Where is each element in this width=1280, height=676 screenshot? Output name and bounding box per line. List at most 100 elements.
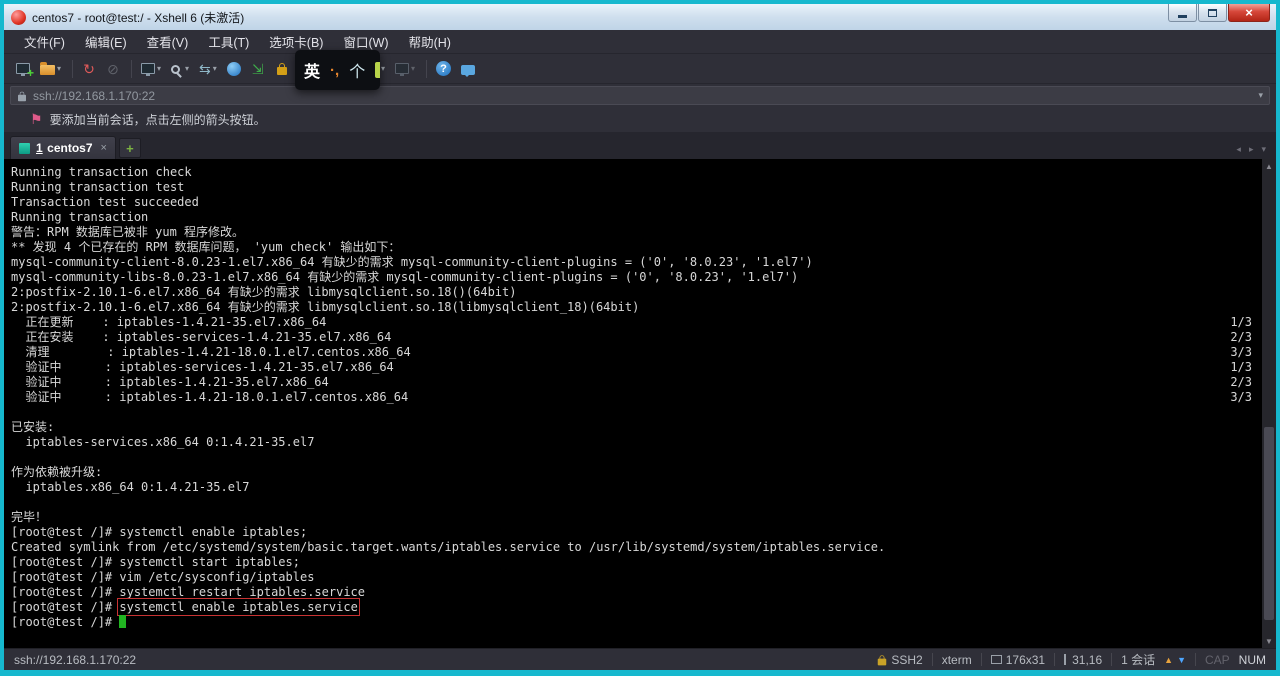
toolbar-separator — [426, 60, 427, 78]
menu-help[interactable]: 帮助(H) — [399, 29, 461, 54]
reconnect-icon: ↻ — [83, 61, 95, 77]
maximize-icon — [1208, 9, 1217, 17]
menu-file[interactable]: 文件(F) — [14, 29, 75, 54]
tab-scroll-left-icon[interactable]: ◂ — [1236, 144, 1241, 155]
terminal-line: 完毕！ — [11, 510, 1262, 525]
tab-label: centos7 — [47, 141, 92, 155]
address-dropdown-icon[interactable]: ▾ — [1258, 90, 1263, 101]
tab-bar: 1 centos7 × + ◂ ▸ ▾ — [4, 133, 1276, 159]
fullscreen-button[interactable]: ⇲ — [247, 58, 269, 80]
file-transfer-folder-caret-icon: ▾ — [381, 64, 385, 73]
status-separator — [1111, 653, 1112, 666]
disconnect-button: ⊘ — [102, 58, 124, 80]
tab-scroll-right-icon[interactable]: ▸ — [1249, 144, 1254, 155]
maximize-button[interactable] — [1198, 4, 1227, 22]
terminal-line: mysql-community-libs-8.0.23-1.el7.x86_64… — [11, 270, 1262, 285]
terminal-line: 验证中 : iptables-1.4.21-35.el7.x86_642/3 — [11, 375, 1262, 390]
new-terminal-icon — [141, 63, 155, 74]
transfer-button[interactable]: ⇆▾ — [195, 58, 221, 80]
terminal-line — [11, 450, 1262, 465]
new-terminal-button[interactable]: ▾ — [137, 60, 165, 77]
terminal-line: [root@test /]# vim /etc/sysconfig/iptabl… — [11, 570, 1262, 585]
ime-toolbox-icon[interactable]: 个 — [349, 58, 365, 82]
terminal-line: 警告：RPM 数据库已被非 yum 程序修改。 — [11, 225, 1262, 240]
scrollbar-down-icon[interactable]: ▼ — [1262, 634, 1276, 648]
ime-punctuation-icon[interactable]: ·, — [330, 62, 339, 79]
toolbar: ▾↻⊘▾▾⇆▾⇲⌨✎▾▾ — [4, 54, 1276, 84]
toolbar-separator — [72, 60, 73, 78]
terminal-area: Running transaction checkRunning transac… — [4, 159, 1276, 648]
open-session-button[interactable]: ▾ — [36, 59, 65, 78]
scrollbar-up-icon[interactable]: ▲ — [1262, 159, 1276, 173]
caps-lock-indicator: CAP — [1205, 653, 1230, 667]
terminal-line: 2:postfix-2.10.1-6.el7.x86_64 有缺少的需求 lib… — [11, 300, 1262, 315]
window-title: centos7 - root@test:/ - Xshell 6 (未激活) — [32, 9, 244, 26]
terminal-line: [root@test /]# systemctl restart iptable… — [11, 585, 1262, 600]
terminal-line — [11, 405, 1262, 420]
window-layout-button: ▾ — [391, 60, 419, 77]
terminal-screen[interactable]: Running transaction checkRunning transac… — [4, 159, 1262, 648]
minimize-button[interactable] — [1168, 4, 1197, 22]
ime-popup[interactable]: 英 ·, 个 — [295, 50, 380, 90]
menu-edit[interactable]: 编辑(E) — [75, 29, 137, 54]
terminal-line: [root@test /]# systemctl start iptables; — [11, 555, 1262, 570]
new-tab-button[interactable]: + — [119, 138, 141, 158]
xshell-window: centos7 - root@test:/ - Xshell 6 (未激活) ×… — [0, 0, 1280, 676]
help-button[interactable] — [432, 58, 455, 79]
status-protocol-label: SSH2 — [891, 653, 922, 667]
terminal-line: iptables-services.x86_64 0:1.4.21-35.el7 — [11, 435, 1262, 450]
new-session-icon — [16, 63, 30, 74]
terminal-line: 验证中 : iptables-services-1.4.21-35.el7.x8… — [11, 360, 1262, 375]
address-lock-icon — [18, 95, 26, 101]
feedback-button[interactable] — [457, 60, 479, 78]
lock-screen-icon — [277, 67, 287, 75]
menu-view[interactable]: 查看(V) — [137, 29, 199, 54]
status-session-count: 1 会话 — [1121, 651, 1155, 668]
download-icon[interactable]: ▼ — [1177, 655, 1186, 665]
progress-fraction: 2/3 — [1230, 375, 1252, 390]
new-session-button[interactable] — [12, 60, 34, 77]
status-separator — [1195, 653, 1196, 666]
transfer-icon: ⇆ — [199, 61, 211, 77]
reconnect-button[interactable]: ↻ — [78, 58, 100, 80]
terminal-line: [root@test /]# systemctl enable iptables… — [11, 525, 1262, 540]
feedback-icon — [461, 65, 475, 75]
status-separator — [932, 653, 933, 666]
web-browser-button[interactable] — [223, 59, 245, 79]
terminal-line: 正在更新 : iptables-1.4.21-35.el7.x86_641/3 — [11, 315, 1262, 330]
terminal-line: Transaction test succeeded — [11, 195, 1262, 210]
status-cursor-position-label: 31,16 — [1072, 653, 1102, 667]
terminal-line: Running transaction test — [11, 180, 1262, 195]
menu-bar: 文件(F) 编辑(E) 查看(V) 工具(T) 选项卡(B) 窗口(W) 帮助(… — [4, 30, 1276, 54]
terminal-line: 正在安装 : iptables-services-1.4.21-35.el7.x… — [11, 330, 1262, 345]
terminal-line: iptables.x86_64 0:1.4.21-35.el7 — [11, 480, 1262, 495]
open-session-caret-icon: ▾ — [57, 64, 61, 73]
ime-language-indicator[interactable]: 英 — [304, 58, 320, 82]
tab-centos7[interactable]: 1 centos7 × — [10, 136, 116, 159]
terminal-scrollbar[interactable]: ▲ ▼ — [1262, 159, 1276, 648]
scrollbar-thumb[interactable] — [1264, 427, 1274, 621]
address-input[interactable]: ssh://192.168.1.170:22 ▾ — [10, 86, 1270, 105]
num-lock-indicator: NUM — [1239, 653, 1266, 667]
status-separator — [981, 653, 982, 666]
progress-fraction: 2/3 — [1230, 330, 1252, 345]
upload-icon[interactable]: ▲ — [1164, 655, 1173, 665]
terminal-line: [root@test /]# systemctl enable iptables… — [11, 600, 1262, 615]
status-bar: ssh://192.168.1.170:22 SSH2 xterm 176x31… — [4, 648, 1276, 670]
ime-partial-icon — [375, 62, 380, 78]
toolbar-separator — [131, 60, 132, 78]
window-layout-icon — [395, 63, 409, 74]
tab-menu-icon[interactable]: ▾ — [1261, 144, 1266, 155]
lock-screen-button[interactable] — [271, 59, 293, 78]
status-separator — [1054, 653, 1055, 666]
disconnect-icon: ⊘ — [107, 61, 119, 77]
tab-close-icon[interactable]: × — [101, 142, 107, 154]
close-button[interactable]: × — [1228, 4, 1270, 22]
title-bar[interactable]: centos7 - root@test:/ - Xshell 6 (未激活) × — [4, 4, 1276, 30]
scrollbar-track[interactable] — [1262, 173, 1276, 634]
terminal-line: Running transaction check — [11, 165, 1262, 180]
menu-tools[interactable]: 工具(T) — [198, 29, 259, 54]
find-button[interactable]: ▾ — [167, 61, 193, 77]
info-message: 要添加当前会话，点击左侧的箭头按钮。 — [50, 111, 266, 128]
terminal-line: [root@test /]# — [11, 615, 1262, 630]
